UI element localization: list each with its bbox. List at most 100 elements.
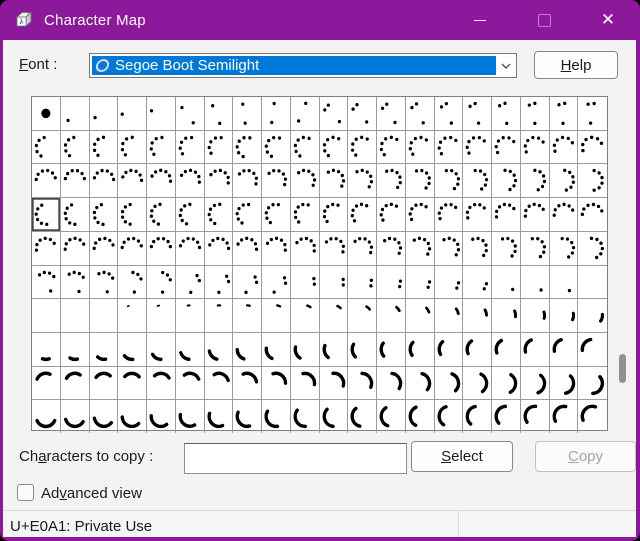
glyph-cell[interactable] <box>175 366 205 401</box>
glyph-cell[interactable] <box>290 265 320 300</box>
glyph-cell[interactable] <box>118 231 147 266</box>
glyph-cell[interactable] <box>492 164 521 199</box>
glyph-cell[interactable] <box>405 130 435 165</box>
glyph-cell[interactable] <box>434 299 464 333</box>
glyph-cell[interactable] <box>147 97 176 131</box>
glyph-cell[interactable] <box>319 130 349 165</box>
glyph-cell[interactable] <box>463 400 492 434</box>
glyph-cell[interactable] <box>578 131 607 165</box>
glyph-cell[interactable] <box>233 299 262 333</box>
glyph-cell[interactable] <box>118 97 147 131</box>
glyph-cell[interactable] <box>204 231 234 266</box>
glyph-cell[interactable] <box>233 332 262 367</box>
glyph-cell[interactable] <box>463 164 492 199</box>
glyph-cell[interactable] <box>348 231 377 266</box>
glyph-cell[interactable] <box>147 231 176 266</box>
glyph-cell[interactable] <box>405 366 435 401</box>
glyph-cell[interactable] <box>60 164 90 199</box>
glyph-cell[interactable] <box>520 265 550 300</box>
glyph-cell[interactable] <box>290 366 320 401</box>
glyph-cell[interactable] <box>32 366 61 401</box>
glyph-cell[interactable] <box>463 265 492 300</box>
maximize-button[interactable] <box>512 0 576 40</box>
glyph-cell[interactable] <box>118 198 147 232</box>
glyph-cell[interactable] <box>89 265 119 300</box>
glyph-cell[interactable] <box>32 231 61 266</box>
glyph-cell[interactable] <box>463 130 492 165</box>
font-combobox[interactable]: Segoe Boot Semilight <box>89 53 517 78</box>
glyph-cell[interactable] <box>434 130 464 165</box>
glyph-cell[interactable] <box>434 366 464 401</box>
glyph-cell[interactable] <box>262 231 291 266</box>
glyph-cell[interactable] <box>549 164 579 199</box>
glyph-cell[interactable] <box>578 299 607 333</box>
glyph-cell[interactable] <box>492 198 521 232</box>
glyph-cell[interactable] <box>578 198 607 232</box>
glyph-cell[interactable] <box>290 332 320 367</box>
glyph-cell[interactable] <box>492 400 521 434</box>
glyph-cell[interactable] <box>549 366 579 401</box>
glyph-cell[interactable] <box>377 130 406 165</box>
glyph-cell[interactable] <box>118 164 147 199</box>
glyph-cell[interactable] <box>89 299 119 333</box>
glyph-cell[interactable] <box>60 299 90 333</box>
glyph-cell[interactable] <box>492 231 521 266</box>
glyph-cell[interactable] <box>434 198 464 232</box>
select-button[interactable]: Select <box>411 441 513 472</box>
glyph-cell[interactable] <box>60 366 90 401</box>
glyph-cell[interactable] <box>204 130 234 165</box>
glyph-cell[interactable] <box>578 400 607 433</box>
glyph-cell[interactable] <box>550 400 579 434</box>
glyph-cell[interactable] <box>348 332 377 367</box>
advanced-view-checkbox[interactable] <box>17 484 34 501</box>
glyph-cell[interactable] <box>406 400 435 434</box>
glyph-cell[interactable] <box>32 400 61 434</box>
glyph-cell[interactable] <box>205 400 234 434</box>
glyph-cell[interactable] <box>233 366 262 401</box>
glyph-cell[interactable] <box>405 332 435 367</box>
glyph-cell[interactable] <box>60 332 90 367</box>
glyph-cell[interactable] <box>492 130 521 165</box>
glyph-cell[interactable] <box>319 231 349 266</box>
charmap-app-icon[interactable]: λ T <box>14 10 34 30</box>
minimize-button[interactable] <box>448 0 512 40</box>
glyph-cell[interactable] <box>549 332 579 367</box>
glyph-cell[interactable] <box>405 198 435 232</box>
glyph-cell[interactable] <box>262 164 291 199</box>
glyph-cell[interactable] <box>405 299 435 333</box>
glyph-cell[interactable] <box>520 97 550 131</box>
glyph-cell[interactable] <box>204 332 234 367</box>
glyph-cell[interactable] <box>89 130 119 165</box>
glyph-cell[interactable] <box>434 265 464 300</box>
glyph-cell[interactable] <box>463 198 492 232</box>
glyph-cell[interactable] <box>348 400 377 434</box>
glyph-cell[interactable] <box>175 299 205 333</box>
glyph-cell[interactable] <box>377 299 406 333</box>
glyph-cell[interactable] <box>377 332 406 367</box>
copy-button[interactable]: Copy <box>535 441 636 472</box>
glyph-cell[interactable] <box>233 231 262 266</box>
glyph-cell[interactable] <box>262 265 291 300</box>
glyph-cell[interactable] <box>521 400 550 434</box>
glyph-cell[interactable] <box>175 265 205 300</box>
glyph-cell[interactable] <box>204 198 234 232</box>
glyph-cell[interactable] <box>118 400 147 434</box>
glyph-cell[interactable] <box>319 299 349 333</box>
glyph-cell[interactable] <box>578 266 607 300</box>
glyph-cell[interactable] <box>520 164 550 199</box>
glyph-cell[interactable] <box>262 299 291 333</box>
glyph-cell[interactable] <box>233 400 262 434</box>
glyph-cell[interactable] <box>319 164 349 199</box>
glyph-cell[interactable] <box>377 164 406 199</box>
glyph-cell[interactable] <box>32 198 61 232</box>
glyph-cell[interactable] <box>290 97 320 131</box>
glyph-cell[interactable] <box>434 332 464 367</box>
glyph-cell[interactable] <box>405 265 435 300</box>
glyph-cell[interactable] <box>405 97 435 131</box>
grid-scrollbar-thumb[interactable] <box>619 354 626 383</box>
glyph-cell[interactable] <box>233 198 262 232</box>
glyph-cell[interactable] <box>377 400 406 434</box>
glyph-cell[interactable] <box>348 265 377 300</box>
glyph-cell[interactable] <box>147 265 176 300</box>
glyph-cell[interactable] <box>549 130 579 165</box>
